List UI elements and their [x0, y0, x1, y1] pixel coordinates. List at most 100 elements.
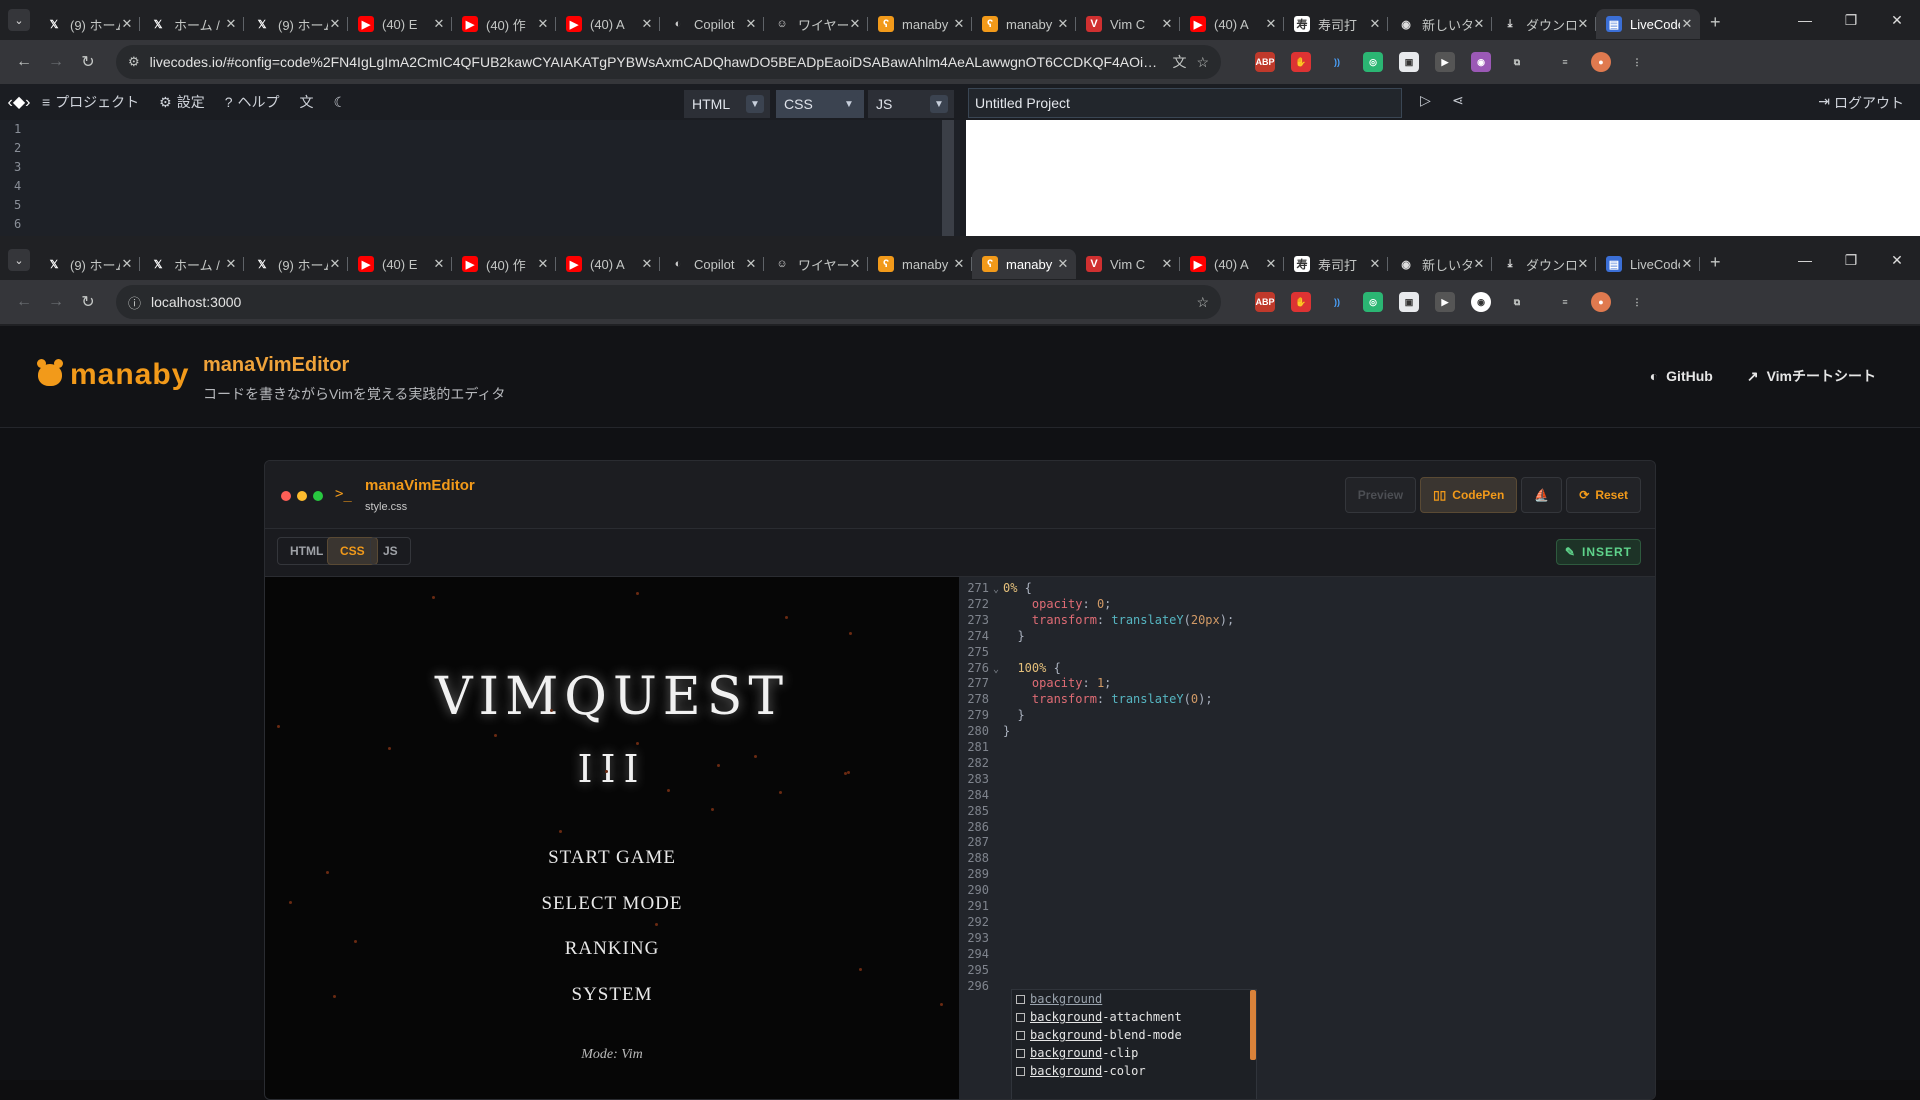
- browser_top-tab[interactable]: ▶ (40) 作 ✕: [452, 9, 556, 39]
- tab-close-icon[interactable]: ✕: [536, 16, 550, 32]
- avatar[interactable]: ●: [1591, 292, 1611, 312]
- project-title-input[interactable]: Untitled Project: [968, 88, 1402, 118]
- browser_bottom-tab[interactable]: ◐ Copilot ✕: [660, 249, 764, 279]
- menu-project[interactable]: ≡ プロジェクト: [42, 92, 139, 112]
- livecodes-logo-icon[interactable]: ‹◆›: [4, 91, 34, 113]
- browser_top-tab[interactable]: ʕ manaby ✕: [972, 9, 1076, 39]
- forward-icon[interactable]: →: [40, 286, 72, 318]
- reading-list-icon[interactable]: ≡: [1555, 292, 1575, 312]
- tab-close-icon[interactable]: ✕: [848, 256, 862, 272]
- close-window-icon[interactable]: ✕: [1874, 0, 1920, 40]
- editor-scrollbar[interactable]: [942, 120, 954, 236]
- tab-search-icon[interactable]: ⌄: [8, 9, 30, 31]
- browser_bottom-tab[interactable]: 𝕏 ホーム / X✕: [140, 249, 244, 279]
- browser_bottom-tab[interactable]: ⤓ ダウンロード✕: [1492, 249, 1596, 279]
- green-ext-icon[interactable]: ◎: [1363, 292, 1383, 312]
- translate-menu-icon[interactable]: 文: [300, 92, 314, 112]
- browser_top-tab[interactable]: ▤ LiveCodes✕: [1596, 9, 1700, 39]
- tab-close-icon[interactable]: ✕: [1368, 256, 1382, 272]
- browser_bottom-tab[interactable]: ▶ (40) A ✕: [1180, 249, 1284, 279]
- close-window-icon[interactable]: ✕: [1874, 240, 1920, 280]
- reset-button[interactable]: ⟳ Reset: [1566, 477, 1641, 513]
- bookmark-star-icon[interactable]: ☆: [1196, 294, 1209, 311]
- tab-close-icon[interactable]: ✕: [1472, 16, 1486, 32]
- tab-close-icon[interactable]: ✕: [536, 256, 550, 272]
- browser_top-tab[interactable]: ⤓ ダウンロード✕: [1492, 9, 1596, 39]
- media-ext-icon[interactable]: ▶: [1435, 52, 1455, 72]
- tab-close-icon[interactable]: ✕: [1576, 256, 1590, 272]
- tab-close-icon[interactable]: ✕: [328, 256, 342, 272]
- tab-close-icon[interactable]: ✕: [224, 16, 238, 32]
- browser_top-tab[interactable]: V Vim C ✕: [1076, 9, 1180, 39]
- browser_bottom-tab[interactable]: ▤ LiveCodes✕: [1596, 249, 1700, 279]
- browser_bottom-tab[interactable]: ʕ manaby ✕: [868, 249, 972, 279]
- browser_top-tab[interactable]: ▶ (40) A ✕: [1180, 9, 1284, 39]
- cheatsheet-link[interactable]: ↗ Vimチートシート: [1747, 366, 1876, 386]
- back-icon[interactable]: ←: [8, 286, 40, 318]
- browser-menu-icon[interactable]: ⋮: [1627, 52, 1647, 72]
- browser_top-tab[interactable]: ▶ (40) A ✕: [556, 9, 660, 39]
- tab-close-icon[interactable]: ✕: [1680, 16, 1694, 32]
- media-ext-icon[interactable]: ▶: [1435, 292, 1455, 312]
- chevron-down-icon[interactable]: ▼: [840, 95, 858, 113]
- tab-close-icon[interactable]: ✕: [1160, 16, 1174, 32]
- minimize-icon[interactable]: —: [1782, 0, 1828, 40]
- browser_bottom-tab[interactable]: ʕ manaby ✕: [972, 249, 1076, 279]
- tab-close-icon[interactable]: ✕: [1264, 256, 1278, 272]
- avatar[interactable]: ●: [1591, 52, 1611, 72]
- browser_bottom-tab[interactable]: ◉ 新しいタブ✕: [1388, 249, 1492, 279]
- browser_top-tab[interactable]: 𝕏 (9) ホーム✕: [36, 9, 140, 39]
- tab-close-icon[interactable]: ✕: [120, 16, 134, 32]
- square-ext-icon[interactable]: ▣: [1399, 292, 1419, 312]
- chevron-down-icon[interactable]: ▼: [746, 95, 764, 113]
- browser_bottom-tab[interactable]: ☺ ワイヤー ✕: [764, 249, 868, 279]
- lang-tab-css[interactable]: CSS ▼: [776, 90, 864, 118]
- restore-icon[interactable]: ❐: [1828, 0, 1874, 40]
- reading-list-icon[interactable]: ≡: [1555, 52, 1575, 72]
- lang-tab-html[interactable]: HTML ▼: [684, 90, 770, 118]
- tab-close-icon[interactable]: ✕: [432, 16, 446, 32]
- square-ext-icon[interactable]: ▣: [1399, 52, 1419, 72]
- adblock-icon[interactable]: ABP: [1255, 292, 1275, 312]
- tab-close-icon[interactable]: ✕: [328, 16, 342, 32]
- audio-icon[interactable]: )): [1327, 292, 1347, 312]
- tab-close-icon[interactable]: ✕: [1160, 256, 1174, 272]
- tab-close-icon[interactable]: ✕: [1368, 16, 1382, 32]
- tab-close-icon[interactable]: ✕: [1680, 256, 1694, 272]
- chrome-ext-icon[interactable]: ◉: [1471, 292, 1491, 312]
- hand-icon[interactable]: ✋: [1291, 52, 1311, 72]
- tab-search-icon[interactable]: ⌄: [8, 249, 30, 271]
- new-tab-icon[interactable]: +: [1710, 12, 1721, 33]
- address-bar[interactable]: ⓘ localhost:3000 ☆: [116, 285, 1221, 319]
- browser_bottom-tab[interactable]: 𝕏 (9) ホーム✕: [244, 249, 348, 279]
- forward-icon[interactable]: →: [40, 46, 72, 78]
- site-info-icon[interactable]: ⓘ: [128, 293, 141, 312]
- tab-close-icon[interactable]: ✕: [640, 256, 654, 272]
- code-editor[interactable]: 1 2 3 4 5 6: [0, 120, 960, 236]
- tab-close-icon[interactable]: ✕: [120, 256, 134, 272]
- back-icon[interactable]: ←: [8, 46, 40, 78]
- translate-icon[interactable]: 文: [1172, 52, 1186, 72]
- tab-close-icon[interactable]: ✕: [744, 256, 758, 272]
- site-info-icon[interactable]: ⚙: [128, 54, 140, 70]
- menu-start-game[interactable]: START GAME: [265, 847, 959, 869]
- ship-button[interactable]: ⛵: [1521, 477, 1563, 513]
- browser-menu-icon[interactable]: ⋮: [1627, 292, 1647, 312]
- css-code-editor[interactable]: 271 ⌄ 0% {272 opacity: 0; 273 transform: tr…: [959, 577, 1655, 1099]
- result-preview[interactable]: [966, 120, 1920, 236]
- browser_top-tab[interactable]: ☺ ワイヤー ✕: [764, 9, 868, 39]
- menu-system[interactable]: SYSTEM: [265, 984, 959, 1006]
- tab-close-icon[interactable]: ✕: [432, 256, 446, 272]
- theme-toggle-icon[interactable]: ☾: [334, 94, 347, 111]
- extensions-puzzle-icon[interactable]: ⧉: [1507, 292, 1527, 312]
- logout-button[interactable]: ⇥ ログアウト: [1818, 93, 1904, 113]
- green-ext-icon[interactable]: ◎: [1363, 52, 1383, 72]
- tab-close-icon[interactable]: ✕: [952, 16, 966, 32]
- browser_top-tab[interactable]: 寿寿司打 ✕: [1284, 9, 1388, 39]
- tab-close-icon[interactable]: ✕: [1576, 16, 1590, 32]
- tab-close-icon[interactable]: ✕: [848, 16, 862, 32]
- bookmark-star-icon[interactable]: ☆: [1196, 54, 1209, 71]
- browser_bottom-tab[interactable]: V Vim C ✕: [1076, 249, 1180, 279]
- adblock-icon[interactable]: ABP: [1255, 52, 1275, 72]
- autocomplete-item[interactable]: background -blend-mode: [1012, 1026, 1256, 1044]
